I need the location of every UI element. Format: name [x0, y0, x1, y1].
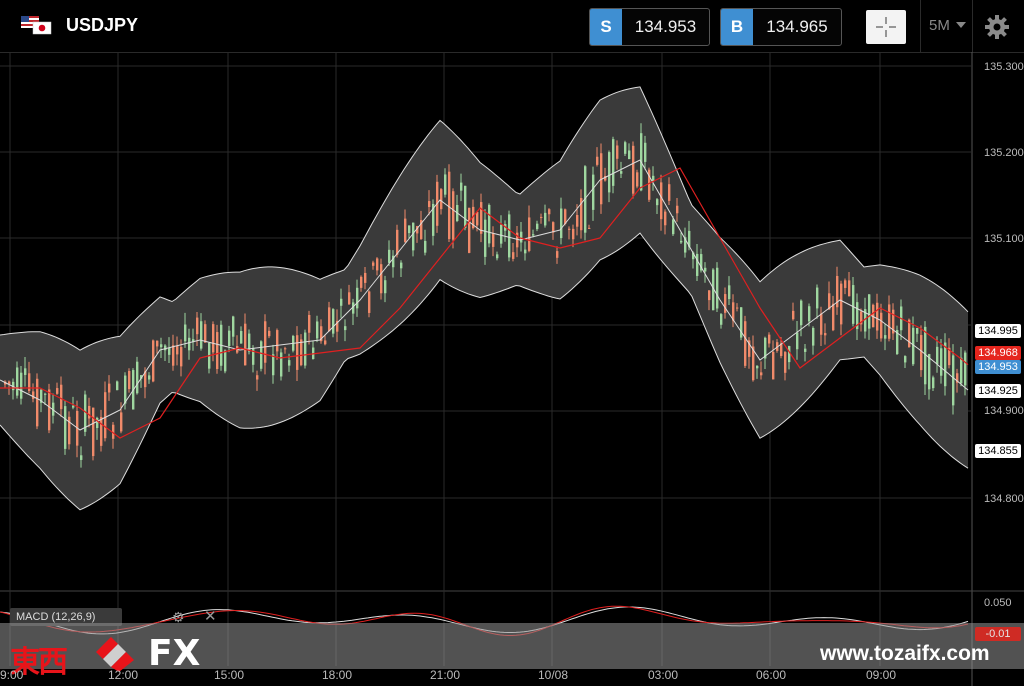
- time-tick: 06:00: [756, 668, 787, 682]
- time-tick: 12:00: [108, 668, 139, 682]
- brand-url: www.tozaifx.com: [820, 642, 990, 665]
- time-tick: 09:00: [866, 668, 897, 682]
- price-tag-current: 134.953: [975, 360, 1021, 374]
- price-tick: 135.100: [984, 233, 1024, 245]
- macd-tick: 0.050: [984, 597, 1012, 609]
- time-tick: 9:00: [0, 668, 24, 682]
- bollinger-bands: [0, 86, 968, 510]
- time-tick: 10/08: [538, 668, 569, 682]
- macd-value-tag: -0.01: [975, 627, 1021, 641]
- time-tick: 15:00: [214, 668, 245, 682]
- price-tag-ma: 134.968: [975, 346, 1021, 360]
- brand-fx: FX: [148, 633, 201, 674]
- price-chart[interactable]: [0, 0, 1024, 686]
- time-tick: 21:00: [430, 668, 461, 682]
- price-tick: 135.300: [984, 61, 1024, 73]
- price-tag-upper-band: 134.995: [975, 324, 1021, 338]
- price-tag-lower-band: 134.855: [975, 444, 1021, 458]
- price-tag-middle-band: 134.925: [975, 384, 1021, 398]
- time-tick: 03:00: [648, 668, 679, 682]
- brand-logo-icon: [96, 637, 134, 672]
- price-tick: 134.900: [984, 405, 1024, 417]
- price-tick: 134.800: [984, 493, 1024, 505]
- time-tick: 18:00: [322, 668, 353, 682]
- price-tick: 135.200: [984, 147, 1024, 159]
